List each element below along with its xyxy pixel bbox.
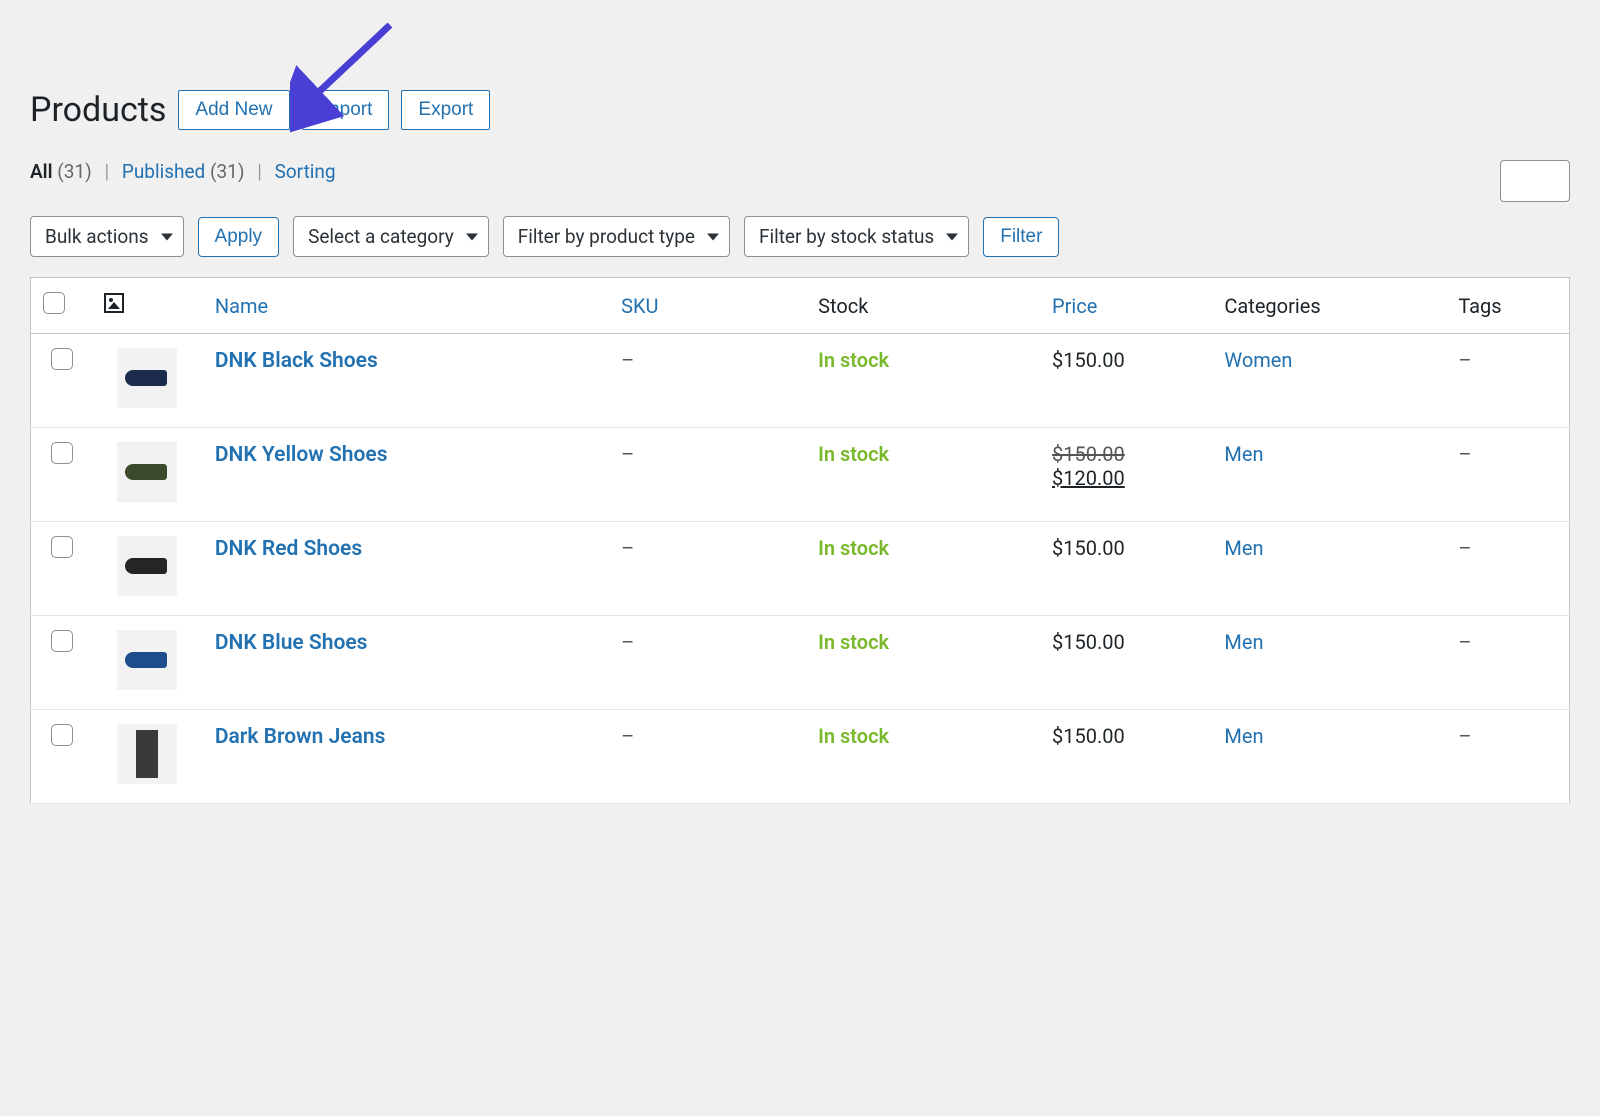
row-checkbox[interactable] (51, 630, 73, 652)
stock-status: In stock (818, 536, 889, 560)
table-row: Dark Brown Jeans – In stock $150.00 Men – (31, 710, 1570, 804)
products-table: Name SKU Stock Price Categories Tags DNK… (30, 277, 1570, 804)
price-column[interactable]: Price (1040, 278, 1212, 334)
search-row: All (31) | Published (31) | Sorting (30, 160, 1570, 202)
product-name-link[interactable]: DNK Yellow Shoes (215, 443, 388, 467)
product-name-link[interactable]: DNK Black Shoes (215, 349, 378, 373)
row-checkbox[interactable] (51, 724, 73, 746)
image-icon (104, 293, 124, 313)
select-all-checkbox[interactable] (43, 292, 65, 314)
tags-value: – (1458, 348, 1471, 372)
price-new: $120.00 (1052, 466, 1200, 490)
filter-all-count: (31) (57, 160, 91, 183)
category-link[interactable]: Women (1224, 348, 1292, 372)
stock-status: In stock (818, 442, 889, 466)
tags-column: Tags (1446, 278, 1569, 334)
page-title: Products (30, 90, 166, 130)
search-input[interactable] (1500, 160, 1570, 202)
filter-all[interactable]: All (30, 160, 53, 183)
categories-column: Categories (1212, 278, 1446, 334)
table-row: DNK Black Shoes – In stock $150.00 Women – (31, 334, 1570, 428)
stock-status: In stock (818, 348, 889, 372)
export-button[interactable]: Export (401, 90, 490, 130)
tags-value: – (1458, 536, 1471, 560)
table-row: DNK Red Shoes – In stock $150.00 Men – (31, 522, 1570, 616)
row-checkbox[interactable] (51, 442, 73, 464)
bulk-actions-select[interactable]: Bulk actions (30, 216, 184, 257)
product-thumbnail[interactable] (117, 630, 177, 690)
table-header-row: Name SKU Stock Price Categories Tags (31, 278, 1570, 334)
import-button[interactable]: Import (302, 90, 390, 130)
category-select[interactable]: Select a category (293, 216, 489, 257)
select-all-column (31, 278, 93, 334)
tags-value: – (1458, 630, 1471, 654)
chevron-down-icon (946, 233, 958, 240)
product-thumbnail[interactable] (117, 348, 177, 408)
category-link[interactable]: Men (1224, 536, 1263, 560)
row-checkbox[interactable] (51, 536, 73, 558)
product-name-link[interactable]: Dark Brown Jeans (215, 725, 386, 749)
filter-button[interactable]: Filter (983, 217, 1059, 257)
sku-value: – (621, 442, 634, 466)
sku-value: – (621, 630, 634, 654)
product-thumbnail[interactable] (117, 536, 177, 596)
image-column (92, 278, 203, 334)
filters-row: Bulk actions Apply Select a category Fil… (30, 216, 1570, 257)
filter-sorting[interactable]: Sorting (275, 160, 336, 183)
chevron-down-icon (466, 233, 478, 240)
sku-value: – (621, 724, 634, 748)
table-row: DNK Yellow Shoes – In stock $150.00$120.00 M… (31, 428, 1570, 522)
tags-value: – (1458, 442, 1471, 466)
product-type-select[interactable]: Filter by product type (503, 216, 730, 257)
price: $150.00 (1052, 724, 1125, 748)
name-column[interactable]: Name (203, 278, 609, 334)
tags-value: – (1458, 724, 1471, 748)
category-link[interactable]: Men (1224, 630, 1263, 654)
table-row: DNK Blue Shoes – In stock $150.00 Men – (31, 616, 1570, 710)
filter-published[interactable]: Published (122, 160, 205, 183)
apply-button[interactable]: Apply (198, 217, 280, 257)
category-link[interactable]: Men (1224, 442, 1263, 466)
add-new-button[interactable]: Add New (178, 90, 289, 130)
stock-status: In stock (818, 724, 889, 748)
price: $150.00 (1052, 630, 1125, 654)
product-name-link[interactable]: DNK Red Shoes (215, 537, 362, 561)
stock-column: Stock (806, 278, 1040, 334)
sku-value: – (621, 536, 634, 560)
price-old: $150.00 (1052, 442, 1200, 466)
page-header: Products Add New Import Export (30, 90, 1570, 130)
sku-column[interactable]: SKU (609, 278, 806, 334)
price: $150.00 (1052, 348, 1125, 372)
sku-value: – (621, 348, 634, 372)
product-thumbnail[interactable] (117, 724, 177, 784)
stock-status: In stock (818, 630, 889, 654)
filter-published-count: (31) (210, 160, 244, 183)
product-thumbnail[interactable] (117, 442, 177, 502)
price: $150.00 (1052, 536, 1125, 560)
chevron-down-icon (707, 233, 719, 240)
product-name-link[interactable]: DNK Blue Shoes (215, 631, 368, 655)
chevron-down-icon (161, 233, 173, 240)
stock-status-select[interactable]: Filter by stock status (744, 216, 969, 257)
row-checkbox[interactable] (51, 348, 73, 370)
status-filters: All (31) | Published (31) | Sorting (30, 160, 336, 184)
category-link[interactable]: Men (1224, 724, 1263, 748)
